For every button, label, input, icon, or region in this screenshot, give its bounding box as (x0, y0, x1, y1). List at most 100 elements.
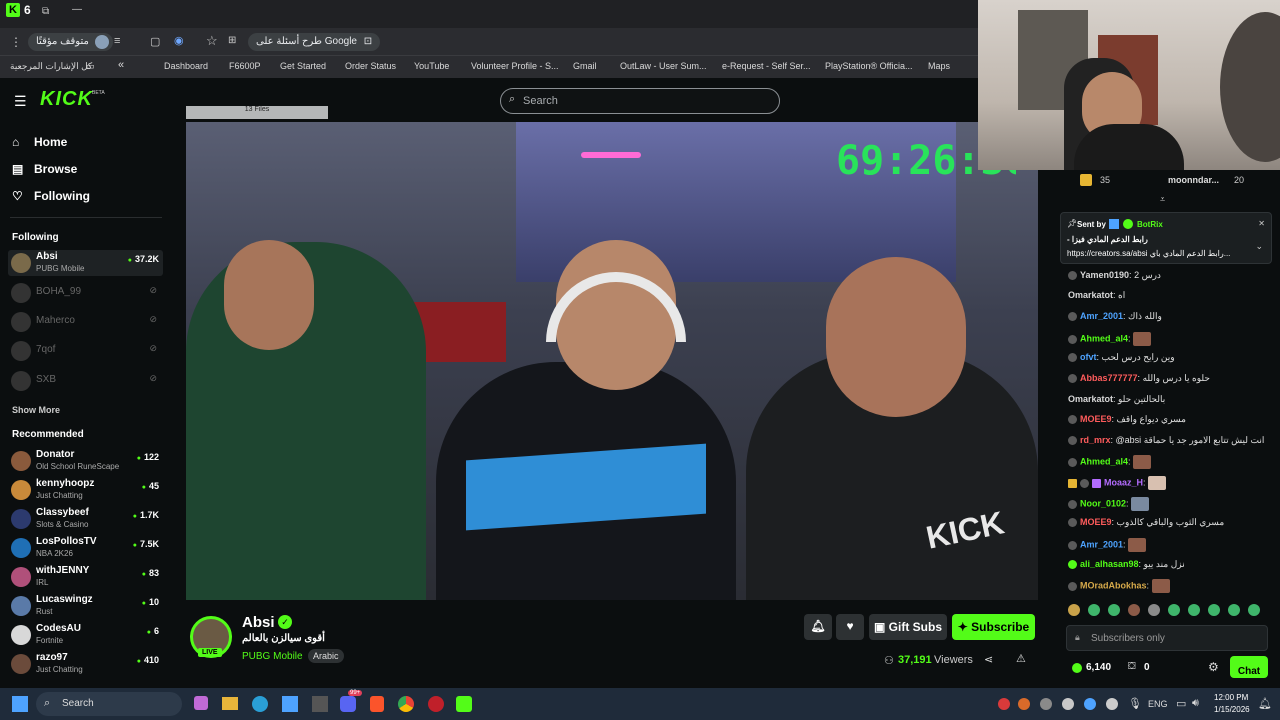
bookmark-item[interactable]: Volunteer Profile - S... (471, 61, 559, 71)
bookmark-item[interactable]: Maps (928, 61, 950, 71)
emote-icon[interactable] (1168, 604, 1180, 616)
tab-search-icon[interactable]: ≡ (114, 35, 120, 47)
emote-icon[interactable] (1068, 604, 1080, 616)
tab-count[interactable]: 6 (24, 3, 31, 17)
following-channel[interactable]: Maherco ⊘ (8, 309, 163, 335)
network-icon[interactable]: ▭ (1176, 697, 1186, 710)
profile-avatar[interactable] (94, 35, 109, 49)
widgets-icon[interactable] (194, 696, 208, 710)
brave-icon[interactable] (370, 696, 384, 712)
redeem-icon[interactable]: ⛋ (1128, 661, 1136, 672)
collapse-icon[interactable]: ⩡ (1160, 194, 1165, 205)
bookmark-item[interactable]: e-Request - Self Ser... (722, 61, 811, 71)
following-channel[interactable]: 7qof ⊘ (8, 338, 163, 364)
notification-bell-icon[interactable]: 🔔︎ (1258, 697, 1272, 710)
chat-username[interactable]: Noor_0102 (1080, 498, 1126, 508)
recommended-channel[interactable]: LosPollosTV NBA 2K26 7.5K (8, 535, 163, 561)
bookmark-item[interactable]: Dashboard (164, 61, 208, 71)
recommended-channel[interactable]: Lucaswingz Rust 10 (8, 593, 163, 619)
bookmark-item[interactable]: Gmail (573, 61, 597, 71)
chat-username[interactable]: rd_mrx (1080, 435, 1111, 445)
emote-icon[interactable] (1088, 604, 1100, 616)
unpin-icon[interactable]: ✕ (1258, 219, 1265, 228)
report-icon[interactable]: ⚠ (1016, 652, 1026, 665)
bookmark-item[interactable]: Get Started (280, 61, 326, 71)
category-link[interactable]: PUBG Mobile (242, 651, 303, 662)
audio-icon[interactable]: ◉ (174, 34, 184, 47)
taskbar-search[interactable]: ⌕ Search (36, 692, 182, 716)
points-icon[interactable] (1072, 663, 1082, 673)
chat-username[interactable]: Amr_2001 (1080, 311, 1123, 321)
pinned-link[interactable]: https://creators.sa/absi رابط الدعم الما… (1067, 249, 1257, 258)
chat-username[interactable]: Amr_2001 (1080, 539, 1123, 549)
notify-button[interactable]: 🔔︎ (804, 614, 832, 640)
gift-subs-button[interactable]: ▣ Gift Subs (869, 614, 947, 640)
bookmark-item[interactable]: F6600P (229, 61, 261, 71)
edge-icon[interactable] (252, 696, 268, 712)
tray-icon[interactable] (998, 698, 1010, 710)
nav-following[interactable]: ♡ Following (12, 189, 90, 203)
chat-username[interactable]: Omarkatot (1068, 394, 1113, 404)
mic-icon[interactable]: 🎙︎ (1128, 697, 1142, 710)
chat-send-button[interactable]: Chat (1230, 656, 1268, 678)
volume-icon[interactable]: 🔊︎ (1192, 697, 1199, 710)
bookmark-item[interactable]: PlayStation® Officia... (825, 61, 913, 71)
translate-icon[interactable]: ⊞ (228, 35, 236, 46)
tray-icon[interactable] (1040, 698, 1052, 710)
tray-icon[interactable] (1106, 698, 1118, 710)
bookmark-item[interactable]: YouTube (414, 61, 449, 71)
windows-start-icon[interactable] (12, 696, 28, 712)
recommended-channel[interactable]: Classybeef Slots & Casino 1.7K (8, 506, 163, 532)
chat-username[interactable]: Ahmed_al4 (1080, 456, 1128, 466)
minimize-icon[interactable]: — (72, 4, 82, 15)
language-tag[interactable]: Arabic (308, 649, 344, 663)
emote-icon[interactable] (1108, 604, 1120, 616)
bookmark-item[interactable]: OutLaw - User Sum... (620, 61, 707, 71)
chat-username[interactable]: Moaaz_H (1104, 477, 1143, 487)
recommended-channel[interactable]: CodesAU Fortnite 6 (8, 622, 163, 648)
chat-username[interactable]: Yamen0190 (1080, 270, 1129, 280)
all-bookmarks[interactable]: كل الإشارات المرجعية (10, 61, 92, 72)
chat-username[interactable]: Omarkatot (1068, 290, 1113, 300)
emote-icon[interactable] (1228, 604, 1240, 616)
recommended-channel[interactable]: kennyhoopz Just Chatting 45 (8, 477, 163, 503)
app-icon[interactable] (428, 696, 444, 712)
restore-icon[interactable]: ⧉ (42, 6, 49, 17)
recommended-channel[interactable]: Donator Old School RuneScape 122 (8, 448, 163, 474)
settings-gear-icon[interactable]: ⚙ (1208, 660, 1219, 674)
kick-app-icon[interactable] (456, 696, 472, 712)
chat-username[interactable]: Abbas777777 (1080, 373, 1138, 383)
video-player[interactable]: KICK (186, 122, 1038, 600)
paused-status-pill[interactable]: متوقف مؤقتًا (28, 33, 113, 51)
pinned-message[interactable]: 📌︎ Sent by BotRix ✕ - رابط الدعم المادي … (1060, 212, 1272, 264)
subscribe-button[interactable]: ✦ Subscribe (952, 614, 1035, 640)
emote-icon[interactable] (1148, 604, 1160, 616)
hamburger-menu-icon[interactable]: ☰ (14, 93, 27, 110)
app-icon[interactable] (312, 696, 328, 712)
following-channel[interactable]: SXB ⊘ (8, 368, 163, 394)
bookmark-star-icon[interactable]: ☆ (206, 33, 218, 49)
chat-username[interactable]: MOEE9 (1080, 517, 1112, 527)
chat-username[interactable]: ali_alhasan98 (1080, 559, 1139, 569)
follow-button[interactable]: ♥ (836, 614, 864, 640)
channel-name[interactable]: Absi (242, 614, 275, 631)
files-overlay[interactable]: 13 Files (186, 106, 328, 119)
recommended-channel[interactable]: withJENNY IRL 83 (8, 564, 163, 590)
tray-icon[interactable] (1084, 698, 1096, 710)
tray-icon[interactable] (1018, 698, 1030, 710)
emote-icon[interactable] (1208, 604, 1220, 616)
discord-icon[interactable] (340, 696, 356, 712)
store-icon[interactable] (282, 696, 298, 712)
chat-username[interactable]: MOEE9 (1080, 414, 1112, 424)
expand-icon[interactable]: ⌄ (1255, 241, 1263, 252)
bookmark-item[interactable]: Order Status (345, 61, 396, 71)
emote-icon[interactable] (1188, 604, 1200, 616)
chrome-icon[interactable] (398, 696, 414, 712)
chat-input[interactable]: 🔒︎ Subscribers only (1066, 625, 1268, 651)
emote-icon[interactable] (1128, 604, 1140, 616)
clock-date[interactable]: 1/15/2026 (1214, 705, 1250, 714)
language-indicator[interactable]: ENG (1148, 699, 1168, 709)
emote-icon[interactable] (1248, 604, 1260, 616)
search-input[interactable]: ⌕ Search (500, 88, 780, 114)
nav-home[interactable]: ⌂ Home (12, 135, 67, 149)
